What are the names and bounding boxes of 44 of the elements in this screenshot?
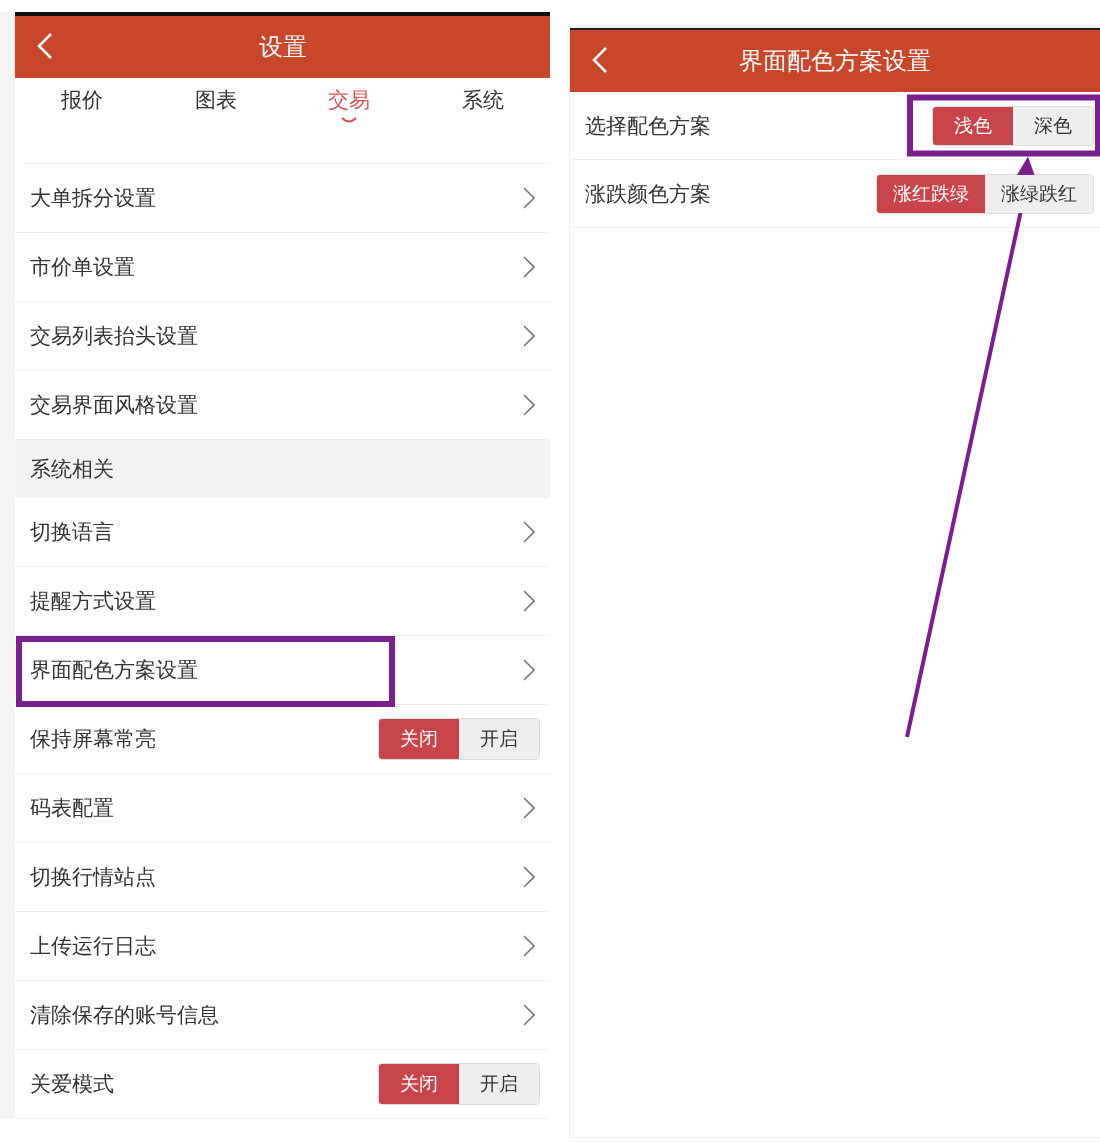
setting-label: 交易列表抬头设置 bbox=[30, 323, 198, 350]
setting-label: 保持屏幕常亮 bbox=[30, 726, 156, 753]
segment-option[interactable]: 浅色 bbox=[933, 106, 1013, 145]
setting-label: 提醒方式设置 bbox=[30, 588, 156, 615]
chevron-right-icon[interactable] bbox=[523, 394, 535, 416]
setting-label: 清除保存的账号信息 bbox=[30, 1002, 219, 1029]
setting-label: 界面配色方案设置 bbox=[30, 657, 198, 684]
chevron-right-icon[interactable] bbox=[523, 256, 535, 278]
tab[interactable]: 报价 bbox=[15, 78, 149, 135]
setting-label: 码表配置 bbox=[30, 795, 114, 822]
setting-label: 交易界面风格设置 bbox=[30, 392, 198, 419]
segment-option[interactable]: 关闭 bbox=[379, 719, 459, 759]
setting-label: 上传运行日志 bbox=[30, 933, 156, 960]
segment-option[interactable]: 涨红跌绿 bbox=[877, 174, 985, 213]
setting-label: 关爱模式 bbox=[30, 1071, 114, 1098]
segment-option[interactable]: 开启 bbox=[459, 1064, 539, 1104]
tab[interactable]: 系统 bbox=[416, 78, 550, 135]
tab-indicator-icon bbox=[340, 116, 359, 124]
chevron-right-icon[interactable] bbox=[523, 521, 535, 543]
chevron-right-icon[interactable] bbox=[523, 866, 535, 888]
segment-option[interactable]: 关闭 bbox=[379, 1064, 459, 1104]
screen-title: 界面配色方案设置 bbox=[739, 46, 931, 77]
setting-label: 涨跌颜色方案 bbox=[585, 180, 711, 208]
setting-label: 切换行情站点 bbox=[30, 864, 156, 891]
segment-option[interactable]: 涨绿跌红 bbox=[985, 174, 1093, 213]
chevron-right-icon[interactable] bbox=[523, 325, 535, 347]
section-title: 系统相关 bbox=[30, 456, 114, 483]
segment-option[interactable]: 开启 bbox=[459, 719, 539, 759]
screen-title: 设置 bbox=[258, 32, 307, 63]
setting-label: 大单拆分设置 bbox=[30, 185, 156, 212]
chevron-right-icon[interactable] bbox=[523, 935, 535, 957]
chevron-right-icon[interactable] bbox=[523, 1004, 535, 1026]
chevron-right-icon[interactable] bbox=[523, 659, 535, 681]
setting-label: 切换语言 bbox=[30, 519, 114, 546]
setting-label: 选择配色方案 bbox=[585, 112, 711, 140]
setting-label: 市价单设置 bbox=[30, 254, 135, 281]
chevron-right-icon[interactable] bbox=[523, 187, 535, 209]
chevron-right-icon[interactable] bbox=[523, 797, 535, 819]
back-icon[interactable] bbox=[37, 32, 53, 60]
chevron-right-icon[interactable] bbox=[523, 590, 535, 612]
back-icon[interactable] bbox=[592, 46, 608, 74]
tab[interactable]: 交易 bbox=[282, 78, 417, 135]
segment-option[interactable]: 深色 bbox=[1013, 106, 1093, 145]
tab[interactable]: 图表 bbox=[148, 78, 283, 135]
